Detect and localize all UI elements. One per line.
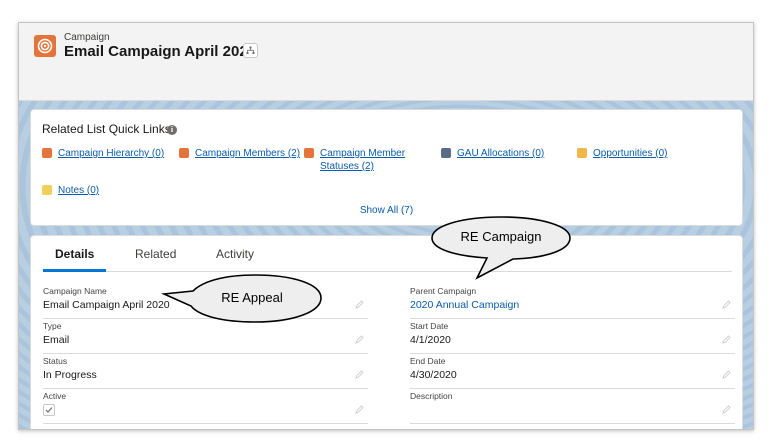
field-label: Active: [43, 391, 67, 401]
edit-pencil-icon[interactable]: [722, 300, 731, 309]
quick-link-notes[interactable]: Notes (0): [42, 184, 99, 197]
callout-text: RE Campaign: [460, 229, 542, 244]
active-tab-indicator: [43, 269, 106, 272]
details-panel: Details Related Activity Campaign Name E…: [30, 235, 743, 429]
field-status: Status In Progress: [43, 356, 368, 389]
tab-bar: Details Related Activity: [43, 236, 732, 272]
edit-pencil-icon[interactable]: [722, 405, 731, 414]
callout-text: RE Appeal: [221, 290, 283, 305]
quick-link-opportunities[interactable]: Opportunities (0): [577, 147, 667, 160]
edit-pencil-icon[interactable]: [355, 370, 364, 379]
field-value: 4/1/2020: [410, 334, 451, 346]
gau-allocations-icon: [441, 148, 451, 158]
field-label: Description: [410, 391, 453, 401]
quick-link-campaign-member-statuses[interactable]: Campaign Member Statuses (2): [304, 147, 414, 173]
record-header: Campaign Email Campaign April 2020: [19, 23, 753, 101]
field-label: Campaign Name: [43, 286, 107, 296]
quick-link-campaign-members[interactable]: Campaign Members (2): [179, 147, 300, 160]
parent-campaign-link[interactable]: 2020 Annual Campaign: [410, 299, 519, 311]
field-value: 4/30/2020: [410, 369, 457, 381]
field-label: Type: [43, 321, 62, 331]
edit-pencil-icon[interactable]: [355, 405, 364, 414]
campaign-member-status-icon: [304, 148, 314, 158]
field-start-date: Start Date 4/1/2020: [410, 321, 735, 354]
active-checkbox: [43, 404, 55, 416]
quick-link-label: Campaign Members (2): [195, 148, 301, 159]
callout-re-campaign: RE Campaign: [431, 216, 571, 280]
field-type: Type Email: [43, 321, 368, 354]
field-value: In Progress: [43, 369, 97, 381]
field-value: Email: [43, 334, 70, 346]
notes-icon: [42, 185, 52, 195]
page-title: Email Campaign April 2020: [64, 43, 257, 60]
quick-link-label: Campaign Member Statuses (2): [320, 148, 406, 172]
edit-pencil-icon[interactable]: [355, 335, 364, 344]
quick-link-label: Notes (0): [58, 185, 100, 196]
quick-links-title: Related List Quick Links: [42, 122, 171, 136]
quick-link-gau-allocations[interactable]: GAU Allocations (0): [441, 147, 544, 160]
info-icon[interactable]: i: [167, 125, 177, 135]
show-all-link[interactable]: Show All (7): [31, 205, 742, 216]
edit-pencil-icon[interactable]: [722, 370, 731, 379]
record-page: Campaign Email Campaign April 2020 Relat…: [18, 22, 754, 430]
quick-link-label: GAU Allocations (0): [457, 148, 545, 159]
tab-related[interactable]: Related: [135, 247, 176, 261]
opportunities-icon: [577, 148, 587, 158]
quick-link-campaign-hierarchy[interactable]: Campaign Hierarchy (0): [42, 147, 164, 160]
field-end-date: End Date 4/30/2020: [410, 356, 735, 389]
tab-details[interactable]: Details: [55, 247, 94, 261]
edit-pencil-icon[interactable]: [722, 335, 731, 344]
tab-activity[interactable]: Activity: [216, 247, 254, 261]
quick-link-label: Opportunities (0): [593, 148, 668, 159]
checkmark-icon: [45, 407, 53, 413]
campaign-icon: [34, 35, 56, 57]
campaign-icon: [42, 148, 52, 158]
speech-bubble-shape: [431, 216, 571, 280]
field-label: Status: [43, 356, 68, 366]
hierarchy-icon: [246, 46, 255, 54]
edit-pencil-icon[interactable]: [355, 300, 364, 309]
field-label: Start Date: [410, 321, 449, 331]
callout-re-appeal: RE Appeal: [160, 274, 323, 324]
field-label: Parent Campaign: [410, 286, 477, 296]
field-description: Description: [410, 391, 735, 424]
quick-link-label: Campaign Hierarchy (0): [58, 148, 165, 159]
field-value: Email Campaign April 2020: [43, 299, 170, 311]
field-active: Active: [43, 391, 368, 424]
field-label: End Date: [410, 356, 446, 366]
campaign-members-icon: [179, 148, 189, 158]
field-parent-campaign: Parent Campaign 2020 Annual Campaign: [410, 286, 735, 319]
related-list-quick-links: Related List Quick Links i Campaign Hier…: [30, 109, 743, 226]
object-type-label: Campaign: [64, 32, 110, 43]
view-hierarchy-button[interactable]: [243, 43, 258, 58]
